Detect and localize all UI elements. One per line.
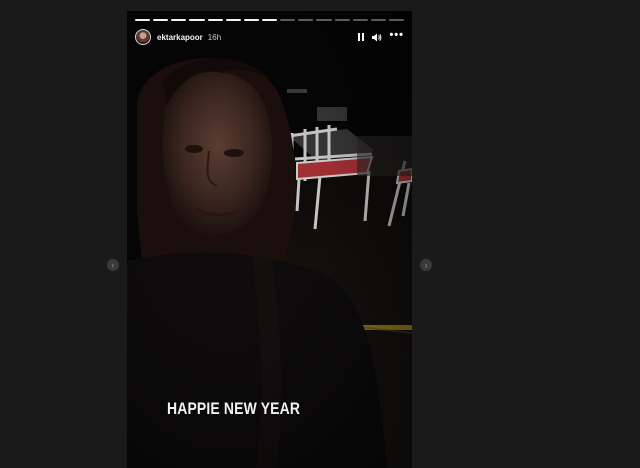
chevron-left-icon: ‹ [111, 260, 115, 270]
progress-segment [316, 19, 332, 21]
speaker-icon [372, 33, 382, 41]
avatar[interactable] [135, 29, 151, 45]
previous-story-button[interactable]: ‹ [107, 259, 119, 271]
story-frame[interactable]: ektarkapoor 16h ••• HAPPIE NEW YEAR [127, 11, 412, 468]
more-options-button[interactable]: ••• [389, 29, 404, 41]
chevron-right-icon: › [424, 260, 428, 270]
header-controls: ••• [358, 29, 404, 42]
pause-button[interactable] [358, 33, 365, 41]
progress-segment [135, 19, 151, 21]
progress-segment [280, 19, 296, 21]
story-progress-bar [135, 19, 405, 21]
progress-segment [370, 19, 386, 21]
progress-segment [352, 19, 368, 21]
username[interactable]: ektarkapoor [157, 33, 203, 42]
story-header: ektarkapoor 16h ••• [135, 27, 404, 47]
next-story-button[interactable]: › [420, 259, 432, 271]
more-options-icon: ••• [389, 29, 404, 41]
progress-segment [171, 19, 187, 21]
progress-segment [189, 19, 205, 21]
progress-segment [334, 19, 350, 21]
pause-icon [358, 33, 365, 41]
progress-segment [388, 19, 405, 21]
story-viewer: ‹ › ektarkapoor 16h ••• HAPPIE NEW YEAR [0, 0, 640, 468]
progress-segment [225, 19, 241, 21]
progress-segment [243, 19, 259, 21]
progress-segment [261, 19, 278, 21]
timestamp: 16h [207, 32, 222, 42]
progress-segment [298, 19, 314, 21]
story-caption: HAPPIE NEW YEAR [167, 399, 301, 418]
progress-segment [207, 19, 223, 21]
progress-segment [153, 19, 169, 21]
sound-button[interactable] [372, 33, 382, 42]
